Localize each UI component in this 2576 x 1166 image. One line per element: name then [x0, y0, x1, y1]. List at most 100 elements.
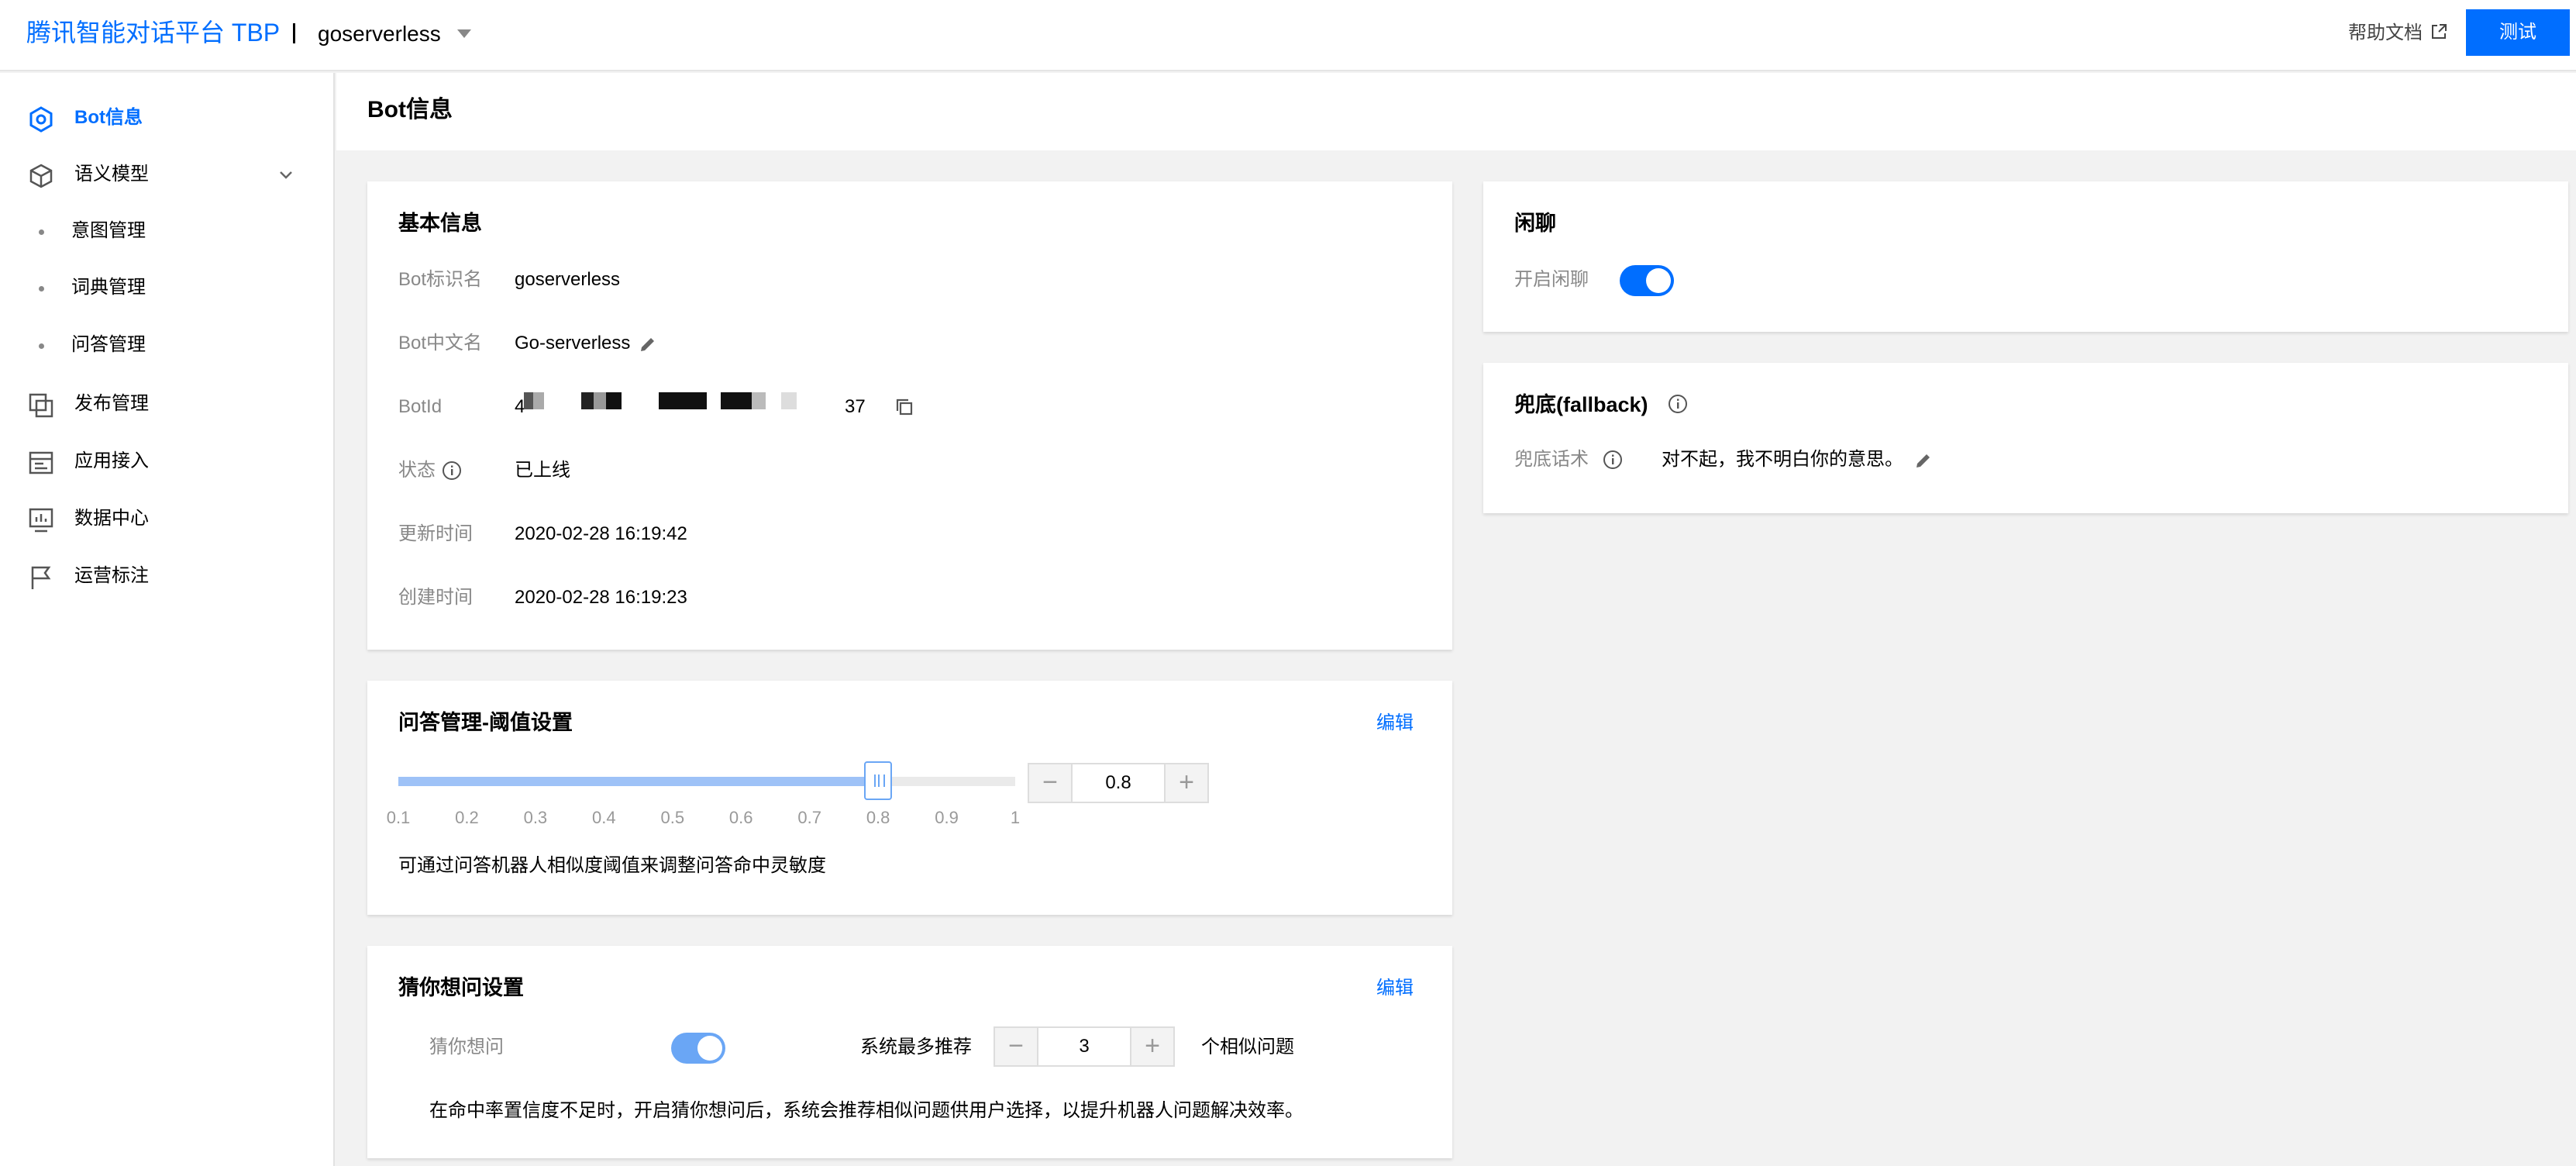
- bot-icon: [29, 106, 53, 133]
- max-recommend-increment-button[interactable]: +: [1130, 1028, 1173, 1065]
- external-link-icon[interactable]: [2430, 23, 2447, 40]
- threshold-tick-label: 1: [1010, 808, 1021, 827]
- sidebar-item-ops-annotation[interactable]: 运营标注: [0, 552, 333, 600]
- page-header: Bot信息: [336, 73, 2576, 150]
- sidebar-item-intent[interactable]: 意图管理: [0, 207, 333, 255]
- threshold-tick-label: 0.3: [523, 808, 548, 827]
- qa-threshold-card: 问答管理-阈值设置 编辑 0.1 0.2 0.3 0.4 0.5 0.6 0.7 0.8 0.9…: [367, 681, 1452, 915]
- similar-questions-unit: 个相似问题: [1201, 1037, 1294, 1057]
- sidebar-item-dictionary[interactable]: 词典管理: [0, 264, 333, 312]
- bullet-dot: [39, 343, 44, 349]
- sidebar-item-bot-info[interactable]: Bot信息: [0, 94, 333, 142]
- bot-id-value-end: 37: [845, 396, 866, 417]
- threshold-slider-handle[interactable]: [864, 761, 893, 800]
- guess-title: 猜你想问设置: [398, 976, 524, 999]
- caret-down-icon[interactable]: [457, 29, 471, 38]
- sidebar-item-label: 语义模型: [74, 164, 149, 185]
- threshold-tick-label: 0.1: [386, 808, 411, 827]
- fallback-text-value: 对不起，我不明白你的意思。: [1662, 449, 1903, 470]
- sidebar-item-label: 发布管理: [74, 393, 149, 414]
- basic-info-title: 基本信息: [398, 212, 482, 235]
- bot-chinese-name-value: Go-serverless: [515, 333, 631, 354]
- max-recommend-decrement-button[interactable]: −: [995, 1028, 1038, 1065]
- toggle-knob: [1646, 268, 1671, 293]
- page-title: Bot信息: [367, 97, 453, 122]
- qa-threshold-title: 问答管理-阈值设置: [398, 711, 573, 734]
- chevron-down-icon[interactable]: [277, 166, 294, 183]
- updated-time-value: 2020-02-28 16:19:42: [515, 523, 687, 544]
- threshold-decrement-button[interactable]: −: [1029, 764, 1073, 802]
- test-button[interactable]: 测试: [2466, 9, 2570, 56]
- brand-title[interactable]: 腾讯智能对话平台 TBP: [26, 17, 280, 48]
- created-time-value: 2020-02-28 16:19:23: [515, 587, 687, 608]
- guess-description: 在命中率置信度不足时，开启猜你想问后，系统会推荐相似问题供用户选择，以提升机器人…: [429, 1100, 1303, 1121]
- sidebar-item-label: 应用接入: [74, 450, 149, 471]
- threshold-description: 可通过问答机器人相似度阈值来调整问答命中灵敏度: [398, 855, 826, 876]
- guess-card: 猜你想问设置 编辑 猜你想问 系统最多推荐 − 3 + 个相似问题 在命中率置信…: [367, 946, 1452, 1158]
- bullet-dot: [39, 229, 44, 235]
- max-recommend-stepper: − 3 +: [994, 1026, 1175, 1067]
- updated-time-label: 更新时间: [398, 523, 473, 544]
- sidebar-item-label: 词典管理: [71, 277, 146, 298]
- sidebar-item-data-center[interactable]: 数据中心: [0, 495, 333, 543]
- threshold-tick-label: 0.8: [866, 808, 890, 827]
- app-access-icon: [29, 451, 53, 474]
- chitchat-title: 闲聊: [1514, 212, 1556, 235]
- qa-threshold-edit-link[interactable]: 编辑: [1376, 710, 1414, 737]
- threshold-stepper: − 0.8 +: [1028, 763, 1209, 803]
- top-bar: 腾讯智能对话平台 TBP goserverless 帮助文档 测试: [0, 0, 2576, 71]
- cube-icon: [29, 164, 53, 188]
- help-docs-link[interactable]: 帮助文档: [2348, 20, 2423, 47]
- fallback-text-label: 兜底话术: [1514, 449, 1589, 470]
- sidebar-item-label: 问答管理: [71, 334, 146, 355]
- threshold-tick-label: 0.9: [935, 808, 959, 827]
- toggle-knob: [697, 1036, 722, 1061]
- threshold-slider-fill: [398, 777, 879, 786]
- bot-id-label: BotId: [398, 396, 443, 417]
- info-icon[interactable]: [1668, 394, 1688, 414]
- threshold-tick-label: 0.6: [728, 808, 753, 827]
- sidebar-item-label: 意图管理: [71, 220, 146, 241]
- sidebar-item-qa[interactable]: 问答管理: [0, 321, 333, 369]
- info-icon[interactable]: [1603, 450, 1623, 470]
- brand-divider: [293, 16, 295, 47]
- edit-pencil-icon[interactable]: [639, 335, 657, 354]
- chitchat-toggle-label: 开启闲聊: [1514, 269, 1589, 290]
- project-selector[interactable]: goserverless: [318, 20, 441, 48]
- basic-info-card: 基本信息 Bot标识名 goserverless Bot中文名 Go-serve…: [367, 181, 1452, 650]
- sidebar-item-label: Bot信息: [74, 107, 143, 128]
- sidebar-item-semantic-model[interactable]: 语义模型: [0, 150, 333, 198]
- publish-icon: [29, 393, 53, 418]
- bullet-dot: [39, 286, 44, 292]
- threshold-tick-label: 0.4: [592, 808, 616, 827]
- bot-identifier-value: goserverless: [515, 269, 621, 290]
- info-icon[interactable]: [442, 461, 462, 481]
- threshold-increment-button[interactable]: +: [1164, 764, 1207, 802]
- chitchat-card: 闲聊 开启闲聊: [1483, 181, 2568, 332]
- threshold-tick-label: 0.7: [797, 808, 821, 827]
- max-recommend-value-input[interactable]: 3: [1038, 1028, 1130, 1065]
- edit-pencil-icon[interactable]: [1914, 451, 1933, 470]
- bot-identifier-label: Bot标识名: [398, 269, 483, 290]
- status-label: 状态: [398, 460, 436, 481]
- threshold-tick-label: 0.2: [455, 808, 479, 827]
- guess-toggle-label: 猜你想问: [429, 1037, 504, 1057]
- fallback-card: 兜底(fallback) 兜底话术 对不起，我不明白你的意思。: [1483, 363, 2568, 513]
- sidebar-item-label: 数据中心: [74, 508, 149, 529]
- flag-icon: [31, 566, 51, 589]
- fallback-title: 兜底(fallback): [1514, 393, 1648, 416]
- copy-icon[interactable]: [894, 397, 914, 417]
- max-recommend-label: 系统最多推荐: [860, 1037, 972, 1057]
- chitchat-toggle[interactable]: [1620, 265, 1674, 296]
- status-value: 已上线: [515, 460, 570, 481]
- sidebar-item-label: 运营标注: [74, 565, 149, 586]
- threshold-tick-label: 0.5: [660, 808, 685, 827]
- guess-edit-link[interactable]: 编辑: [1376, 975, 1414, 1002]
- created-time-label: 创建时间: [398, 587, 473, 608]
- data-center-icon: [29, 508, 53, 533]
- sidebar-item-publish[interactable]: 发布管理: [0, 380, 333, 428]
- bot-chinese-name-label: Bot中文名: [398, 333, 483, 354]
- sidebar-item-app-access[interactable]: 应用接入: [0, 437, 333, 485]
- guess-toggle[interactable]: [671, 1033, 725, 1064]
- threshold-value-input[interactable]: 0.8: [1073, 764, 1164, 802]
